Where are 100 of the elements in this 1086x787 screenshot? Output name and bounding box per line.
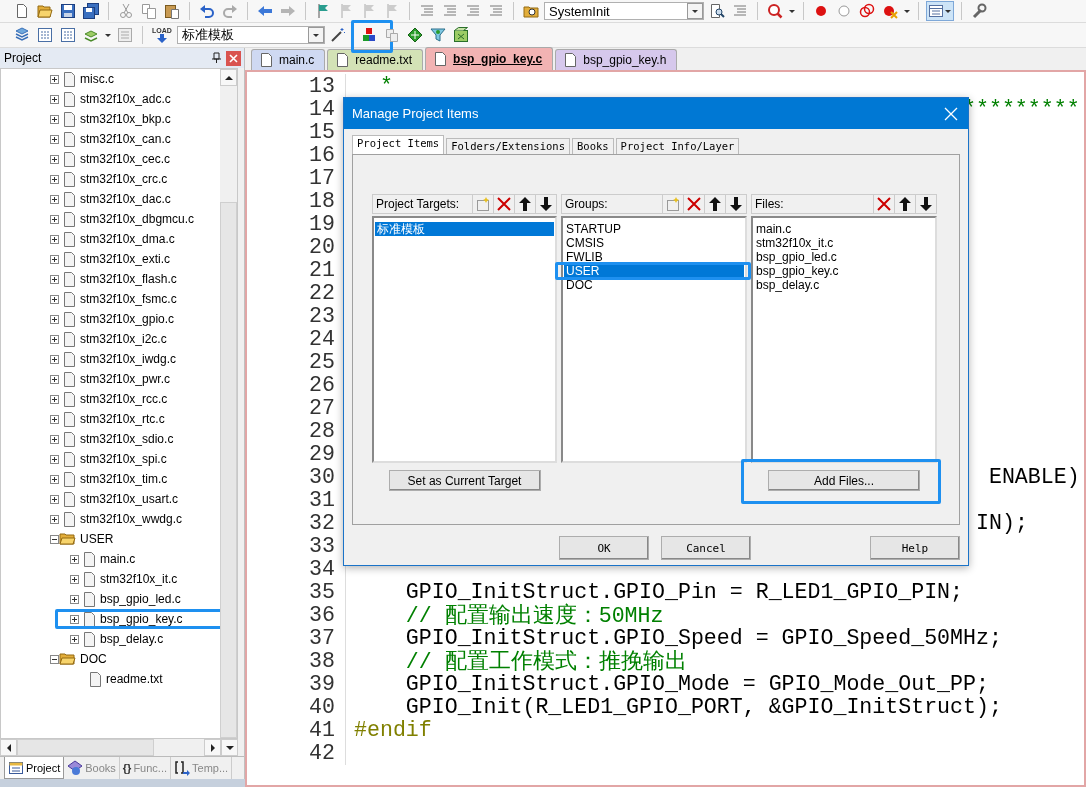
- move-up-icon[interactable]: [517, 196, 533, 212]
- save-all-icon[interactable]: [83, 3, 99, 19]
- function-combo[interactable]: SystemInit: [544, 2, 704, 20]
- file-label[interactable]: bsp_gpio_led.c: [100, 592, 181, 606]
- expand-box-icon[interactable]: [70, 594, 79, 604]
- group-label[interactable]: DOC: [80, 652, 107, 666]
- find-folder-icon[interactable]: [523, 3, 539, 19]
- file-tab[interactable]: bsp_gpio_key.c: [425, 47, 554, 70]
- expand-box-icon[interactable]: [50, 374, 59, 384]
- move-down-icon[interactable]: [728, 196, 744, 212]
- pin-icon[interactable]: [211, 52, 222, 64]
- file-label[interactable]: stm32f10x_crc.c: [80, 172, 168, 186]
- dialog-button[interactable]: Cancel: [661, 536, 751, 560]
- caret-icon[interactable]: [104, 31, 112, 39]
- book-icon[interactable]: [67, 760, 84, 776]
- expand-box-icon[interactable]: [50, 234, 59, 244]
- file-label[interactable]: stm32f10x_i2c.c: [80, 332, 167, 346]
- file-label[interactable]: stm32f10x_rtc.c: [80, 412, 165, 426]
- kill-breakpoint-icon[interactable]: [882, 3, 898, 19]
- dialog-tab[interactable]: Books: [572, 138, 614, 154]
- expand-box-icon[interactable]: [50, 174, 59, 184]
- dialog-tab[interactable]: Project Info/Layer: [615, 138, 740, 154]
- file-label[interactable]: stm32f10x_tim.c: [80, 472, 168, 486]
- list-item[interactable]: FWLIB: [564, 250, 744, 264]
- expand-box-icon[interactable]: [50, 434, 59, 444]
- expand-box-icon[interactable]: [50, 114, 59, 124]
- open-folder-icon[interactable]: [37, 3, 53, 19]
- expand-box-icon[interactable]: [50, 394, 59, 404]
- expand-box-icon[interactable]: [50, 254, 59, 264]
- save-icon[interactable]: [60, 3, 76, 19]
- caret-icon[interactable]: [311, 31, 320, 39]
- file-label[interactable]: stm32f10x_bkp.c: [80, 112, 171, 126]
- file-label[interactable]: bsp_delay.c: [100, 632, 164, 646]
- expand-box-icon[interactable]: [50, 414, 59, 424]
- expand-box-icon[interactable]: [50, 294, 59, 304]
- back-arrow-icon[interactable]: [257, 3, 273, 19]
- file-label[interactable]: stm32f10x_it.c: [100, 572, 178, 586]
- expand-box-icon[interactable]: [50, 214, 59, 224]
- target-combo[interactable]: 标准模板: [176, 26, 325, 44]
- list-item[interactable]: stm32f10x_it.c: [754, 236, 934, 250]
- list-item[interactable]: main.c: [754, 222, 934, 236]
- list-item[interactable]: CMSIS: [564, 236, 744, 250]
- file-label[interactable]: stm32f10x_gpio.c: [80, 312, 175, 326]
- file-tab[interactable]: readme.txt: [327, 49, 424, 70]
- panel-tab[interactable]: Project: [4, 757, 65, 779]
- collapse-box-icon[interactable]: [50, 654, 59, 664]
- file-label[interactable]: stm32f10x_dac.c: [80, 192, 171, 206]
- expand-box-icon[interactable]: [50, 314, 59, 324]
- dialog-button[interactable]: OK: [559, 536, 649, 560]
- caret-icon[interactable]: [903, 7, 911, 15]
- package-icon[interactable]: [452, 27, 469, 43]
- breakpoint-icon[interactable]: [813, 3, 829, 19]
- window-icon[interactable]: [928, 3, 944, 19]
- build-icon[interactable]: [60, 27, 76, 43]
- funnel-icon[interactable]: [429, 27, 446, 43]
- duplicate-icon[interactable]: [383, 27, 400, 43]
- file-label[interactable]: stm32f10x_can.c: [80, 132, 171, 146]
- file-label[interactable]: stm32f10x_adc.c: [80, 92, 171, 106]
- list-item[interactable]: STARTUP: [564, 222, 744, 236]
- expand-box-icon[interactable]: [50, 454, 59, 464]
- build-icon[interactable]: [37, 27, 53, 43]
- group-label[interactable]: USER: [80, 532, 114, 546]
- list-button[interactable]: Set as Current Target: [388, 470, 541, 491]
- undo-icon[interactable]: [199, 3, 215, 19]
- scroll-left-button[interactable]: [0, 739, 17, 756]
- file-label[interactable]: readme.txt: [106, 672, 163, 686]
- expand-box-icon[interactable]: [50, 494, 59, 504]
- expand-box-icon[interactable]: [50, 134, 59, 144]
- move-up-icon[interactable]: [897, 196, 913, 212]
- file-label[interactable]: stm32f10x_flash.c: [80, 272, 177, 286]
- expand-box-icon[interactable]: [50, 334, 59, 344]
- close-button[interactable]: [226, 50, 241, 66]
- scroll-up-button[interactable]: [220, 69, 237, 86]
- scroll-thumb[interactable]: [17, 739, 154, 756]
- file-label[interactable]: stm32f10x_spi.c: [80, 452, 167, 466]
- collapse-box-icon[interactable]: [50, 534, 59, 544]
- file-label[interactable]: stm32f10x_pwr.c: [80, 372, 171, 386]
- file-label[interactable]: stm32f10x_fsmc.c: [80, 292, 177, 306]
- list-item[interactable]: DOC: [564, 278, 744, 292]
- paste-icon[interactable]: [164, 3, 180, 19]
- caret-icon[interactable]: [691, 7, 699, 15]
- wrench-icon[interactable]: [971, 3, 987, 19]
- file-label[interactable]: stm32f10x_iwdg.c: [80, 352, 177, 366]
- caret-icon[interactable]: [788, 7, 796, 15]
- list-item[interactable]: bsp_gpio_key.c: [754, 264, 934, 278]
- copy-icon[interactable]: [141, 3, 157, 19]
- move-up-icon[interactable]: [707, 196, 723, 212]
- file-label[interactable]: stm32f10x_dbgmcu.c: [80, 212, 195, 226]
- debug-icon[interactable]: [767, 3, 783, 19]
- scroll-right-button[interactable]: [204, 739, 221, 756]
- expand-box-icon[interactable]: [50, 474, 59, 484]
- list-button[interactable]: Add Files...: [768, 470, 920, 491]
- dialog-tab[interactable]: Folders/Extensions: [446, 138, 570, 154]
- delete-icon[interactable]: [686, 196, 702, 212]
- scroll-thumb[interactable]: [220, 202, 237, 738]
- expand-box-icon[interactable]: [50, 154, 59, 164]
- expand-box-icon[interactable]: [70, 574, 79, 584]
- expand-box-icon[interactable]: [70, 634, 79, 644]
- find-icon[interactable]: [709, 3, 725, 19]
- dialog-button[interactable]: Help: [870, 536, 960, 560]
